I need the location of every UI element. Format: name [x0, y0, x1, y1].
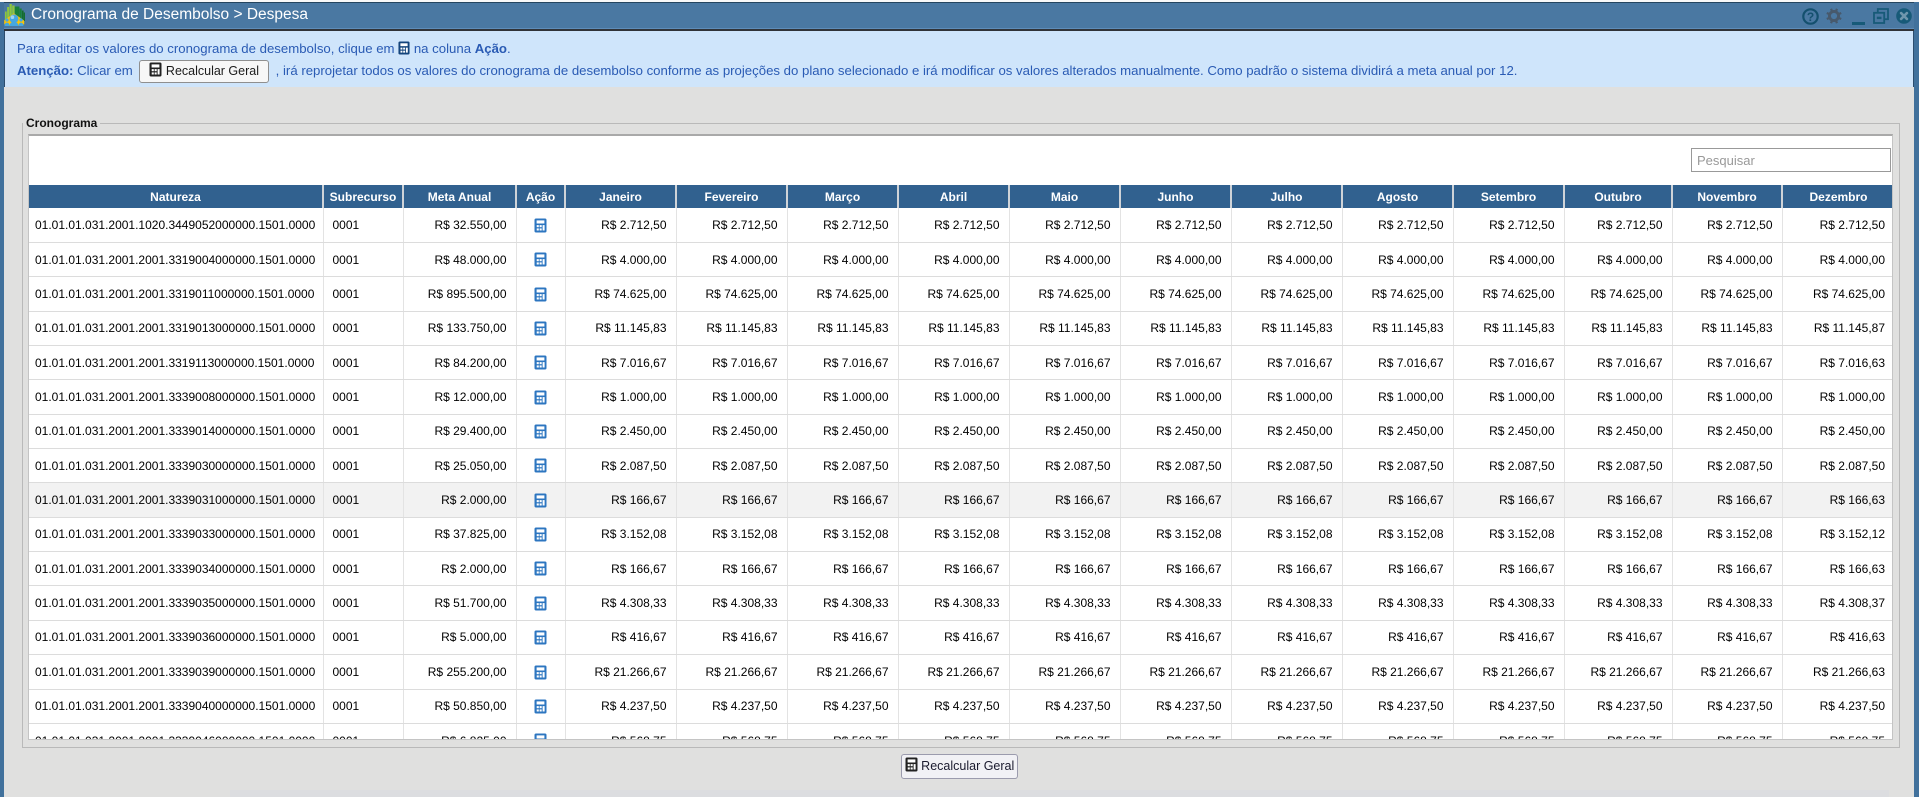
svg-text:?: ? [1807, 10, 1814, 24]
